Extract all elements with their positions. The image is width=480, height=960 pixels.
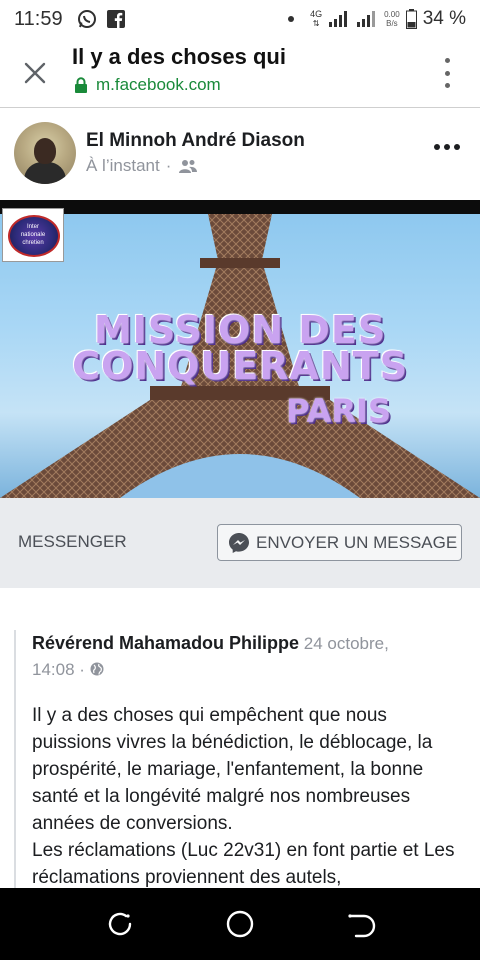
messenger-label: MESSENGER bbox=[18, 532, 127, 551]
url-text: m.facebook.com bbox=[96, 75, 221, 94]
facebook-icon bbox=[106, 10, 125, 28]
system-navigation-bar bbox=[0, 888, 480, 960]
messenger-icon bbox=[229, 532, 249, 553]
signal-strength-icon bbox=[329, 11, 348, 27]
post-time[interactable]: À l’instant bbox=[86, 156, 160, 176]
post-more-options-icon[interactable] bbox=[434, 144, 460, 150]
signal-strength-sim2-icon bbox=[357, 11, 376, 27]
video-title-overlay: MISSION DES CONQUERANTS bbox=[0, 308, 480, 388]
recents-button[interactable] bbox=[104, 908, 136, 940]
battery-level: 34 % bbox=[422, 8, 466, 29]
network-speed-value: 0.00 bbox=[384, 10, 400, 19]
status-time: 11:59 bbox=[14, 7, 63, 30]
avatar[interactable] bbox=[14, 122, 76, 184]
post-meta: À l’instant · bbox=[86, 156, 199, 176]
battery-icon bbox=[405, 9, 417, 29]
data-arrows-icon: ⇅ bbox=[312, 19, 320, 28]
url-display[interactable]: m.facebook.com bbox=[74, 75, 221, 95]
shared-post-time[interactable]: 14:08 bbox=[32, 660, 75, 679]
friends-icon bbox=[179, 160, 198, 173]
shared-post-body: Il y a des choses qui empêchent que nous… bbox=[32, 705, 455, 888]
shared-meta-separator: · bbox=[79, 660, 85, 679]
post-header: El Minnoh André Diason À l’instant · bbox=[0, 108, 480, 200]
shared-post-header: Révérend Mahamadou Philippe 24 octobre, … bbox=[32, 630, 462, 683]
shared-post: Révérend Mahamadou Philippe 24 octobre, … bbox=[0, 588, 480, 888]
page-title: Il y a des choses qui bbox=[72, 44, 286, 69]
meta-separator: · bbox=[165, 156, 172, 175]
video-title-line-3: PARIS bbox=[286, 392, 391, 430]
send-message-button[interactable]: ENVOYER UN MESSAGE bbox=[217, 524, 462, 561]
shared-post-author[interactable]: Révérend Mahamadou Philippe bbox=[32, 633, 299, 653]
home-button[interactable] bbox=[224, 908, 256, 940]
network-type: 4G ⇅ bbox=[310, 9, 323, 29]
video-title-line-2: CONQUERANTS bbox=[72, 344, 408, 388]
video-title-line-1: MISSION DES bbox=[93, 308, 387, 352]
close-icon[interactable] bbox=[22, 60, 48, 86]
channel-logo-text-2: nationale bbox=[20, 232, 46, 238]
channel-logo: Inter nationale chretien bbox=[2, 208, 64, 262]
overflow-menu-icon[interactable] bbox=[442, 58, 452, 88]
shared-post-date[interactable]: 24 octobre, bbox=[304, 634, 389, 653]
status-system-icons: 4G ⇅ 0.00 B/s 34 % bbox=[288, 8, 466, 30]
globe-icon bbox=[90, 662, 104, 676]
back-button[interactable] bbox=[344, 908, 376, 940]
messenger-cta-bar: MESSENGER ENVOYER UN MESSAGE bbox=[0, 498, 480, 588]
channel-logo-text-3: chretien bbox=[22, 240, 44, 246]
shared-post-border bbox=[14, 630, 16, 888]
whatsapp-icon bbox=[77, 10, 96, 28]
network-speed: 0.00 B/s bbox=[384, 10, 400, 28]
post-author-name[interactable]: El Minnoh André Diason bbox=[86, 130, 305, 152]
channel-logo-text-1: Inter bbox=[26, 224, 39, 230]
network-speed-unit: B/s bbox=[386, 19, 398, 28]
notification-dot-icon bbox=[288, 16, 295, 22]
video-player[interactable]: Inter nationale chretien MISSION DES CON… bbox=[0, 200, 480, 498]
status-bar: 11:59 4G ⇅ 0.00 B/s 34 % bbox=[0, 0, 480, 38]
network-type-label: 4G bbox=[310, 9, 323, 19]
send-message-label: ENVOYER UN MESSAGE bbox=[256, 532, 458, 552]
lock-icon bbox=[75, 77, 87, 93]
custom-tab-toolbar: Il y a des choses qui m.facebook.com bbox=[0, 38, 480, 108]
status-notification-icons bbox=[77, 9, 125, 29]
